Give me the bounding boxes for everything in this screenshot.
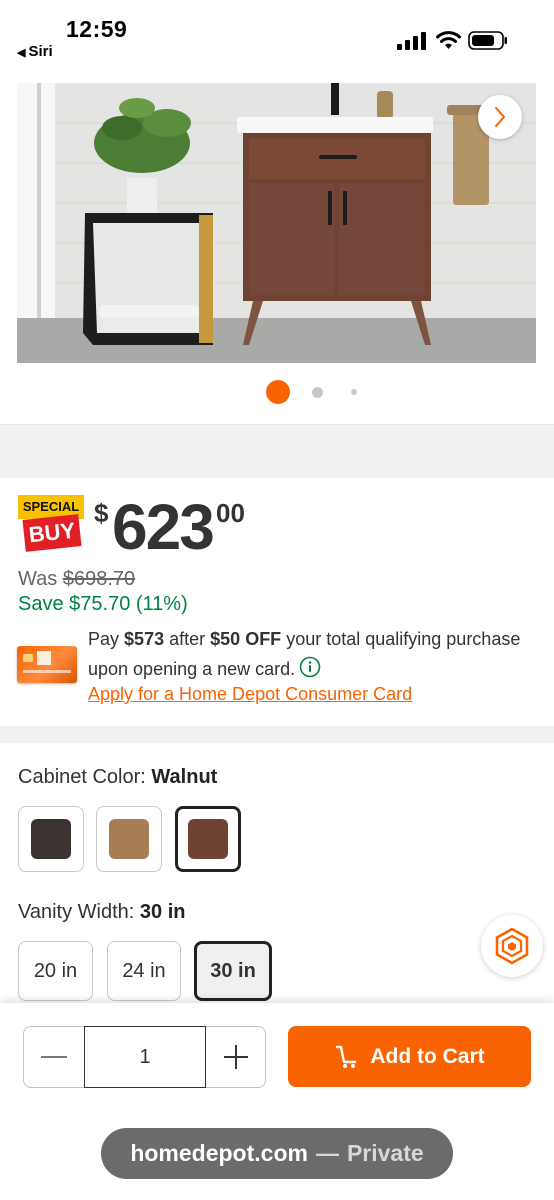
selected-color: Walnut [151,766,218,788]
apply-card-link[interactable]: Apply for a Home Depot Consumer Card [88,684,412,705]
add-to-cart-button[interactable]: Add to Cart [288,1026,531,1087]
offer-prefix: Pay [88,629,120,649]
chat-assistant-button[interactable] [481,915,543,977]
chevron-right-icon [495,107,505,127]
carousel-dot[interactable] [312,387,323,398]
cabinet-color-label: Cabinet Color: Walnut [18,766,217,789]
selected-width: 30 in [139,901,186,923]
savings-text: Save $75.70 (11%) [18,593,188,615]
price-cents: 00 [216,498,245,528]
offer-off-amount: $50 OFF [210,629,282,649]
carousel-dot-active[interactable] [266,380,290,404]
offer-pay-amount: $573 [124,629,165,649]
color-swatch-walnut[interactable] [175,806,241,872]
special-buy-badge: SPECIAL BUY [18,495,84,553]
credit-card-image [17,646,77,683]
was-price: $698.70 [62,568,136,590]
wifi-icon [436,31,461,49]
cellular-signal-icon [397,32,426,50]
carousel-dot[interactable] [351,389,357,395]
width-label-text: Vanity Width: [18,901,135,923]
section-divider [0,726,554,743]
url-domain: homedepot.com [130,1140,308,1166]
vanity-width-label: Vanity Width: 30 in [18,901,185,924]
minus-icon [41,1056,67,1058]
card-offer-text: Pay $573 after $50 OFF your total qualif… [88,624,538,684]
special-badge-bottom: BUY [22,514,82,552]
width-option-24[interactable]: 24 in [107,941,181,1001]
was-label: Was [18,568,58,590]
battery-icon [468,31,507,50]
add-to-cart-label: Add to Cart [370,1044,485,1068]
quantity-input[interactable] [84,1026,206,1088]
carousel-dots [0,380,554,404]
status-bar: 12:59 ◀ Siri [0,0,554,70]
quantity-increase-button[interactable] [206,1027,266,1087]
bottom-action-bar: Add to Cart homedepot.com — Private [0,1003,554,1200]
next-image-button[interactable] [478,95,522,139]
private-mode-label: Private [346,1140,424,1166]
plus-icon [224,1045,248,1069]
back-to-siri-button[interactable]: ◀ Siri [17,43,53,60]
quantity-decrease-button[interactable] [24,1027,84,1087]
info-icon[interactable] [299,656,321,678]
product-image[interactable] [17,83,536,363]
color-swatch-dark[interactable] [18,806,84,872]
price-dollars: 623 [112,491,215,563]
was-price-line: Was $698.70 [18,568,135,591]
product-gallery[interactable] [0,70,554,425]
price-currency: $ [94,498,109,528]
offer-middle: after [169,629,206,649]
color-label-text: Cabinet Color: [18,766,146,788]
back-triangle-icon: ◀ [17,47,26,59]
width-option-20[interactable]: 20 in [18,941,93,1001]
status-time: 12:59 [66,16,128,42]
pricing-section: SPECIAL BUY $ 623 00 Was $698.70 Save $7… [0,478,554,726]
quantity-stepper [23,1026,266,1088]
product-options: Cabinet Color: Walnut Vanity Width: 30 i… [0,743,554,1003]
color-swatch-light-oak[interactable] [96,806,162,872]
url-separator: — [315,1140,339,1166]
section-divider [0,425,554,478]
back-label: Siri [28,43,53,60]
width-option-30[interactable]: 30 in [194,941,272,1001]
dolly-cart-icon [336,1045,357,1068]
hexagon-logo-icon [495,927,529,965]
browser-url-bar[interactable]: homedepot.com — Private [101,1128,453,1179]
